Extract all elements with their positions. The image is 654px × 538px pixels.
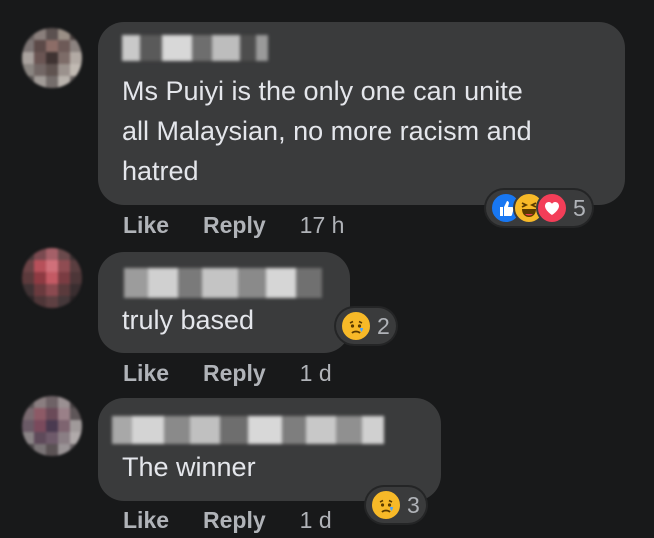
comment-text: Ms Puiyi is the only one can unite all M… xyxy=(122,76,532,186)
comment-bubble: Ms Puiyi is the only one can unite all M… xyxy=(98,22,625,205)
reaction-count: 3 xyxy=(407,491,420,518)
comment-bubble: The winner xyxy=(98,398,441,501)
like-button[interactable]: Like xyxy=(123,507,169,534)
timestamp[interactable]: 17 h xyxy=(300,212,345,239)
comment-actions: Like Reply 1 d xyxy=(123,360,332,387)
reply-button[interactable]: Reply xyxy=(203,360,266,387)
comment-bubble: truly based xyxy=(98,252,350,353)
timestamp[interactable]: 1 d xyxy=(300,360,332,387)
reply-button[interactable]: Reply xyxy=(203,507,266,534)
reactions-summary[interactable]: 5 xyxy=(486,190,592,226)
like-button[interactable]: Like xyxy=(123,212,169,239)
reaction-count: 5 xyxy=(573,194,586,221)
author-name-redacted[interactable] xyxy=(122,35,268,61)
love-icon xyxy=(536,192,568,224)
reaction-count: 2 xyxy=(377,312,390,339)
avatar[interactable] xyxy=(22,248,82,308)
reply-button[interactable]: Reply xyxy=(203,212,266,239)
avatar[interactable] xyxy=(22,28,82,88)
like-button[interactable]: Like xyxy=(123,360,169,387)
author-name-redacted[interactable] xyxy=(124,268,322,298)
comment-actions: Like Reply 1 d xyxy=(123,507,332,534)
timestamp[interactable]: 1 d xyxy=(300,507,332,534)
avatar[interactable] xyxy=(22,396,82,456)
sad-icon xyxy=(370,489,402,521)
author-name-redacted[interactable] xyxy=(112,416,384,444)
comment-text: truly based xyxy=(122,305,255,335)
comment-actions: Like Reply 17 h xyxy=(123,212,344,239)
comment-text: The winner xyxy=(122,452,256,482)
reactions-summary[interactable]: 3 xyxy=(366,487,426,523)
sad-icon xyxy=(340,310,372,342)
reactions-summary[interactable]: 2 xyxy=(336,308,396,344)
